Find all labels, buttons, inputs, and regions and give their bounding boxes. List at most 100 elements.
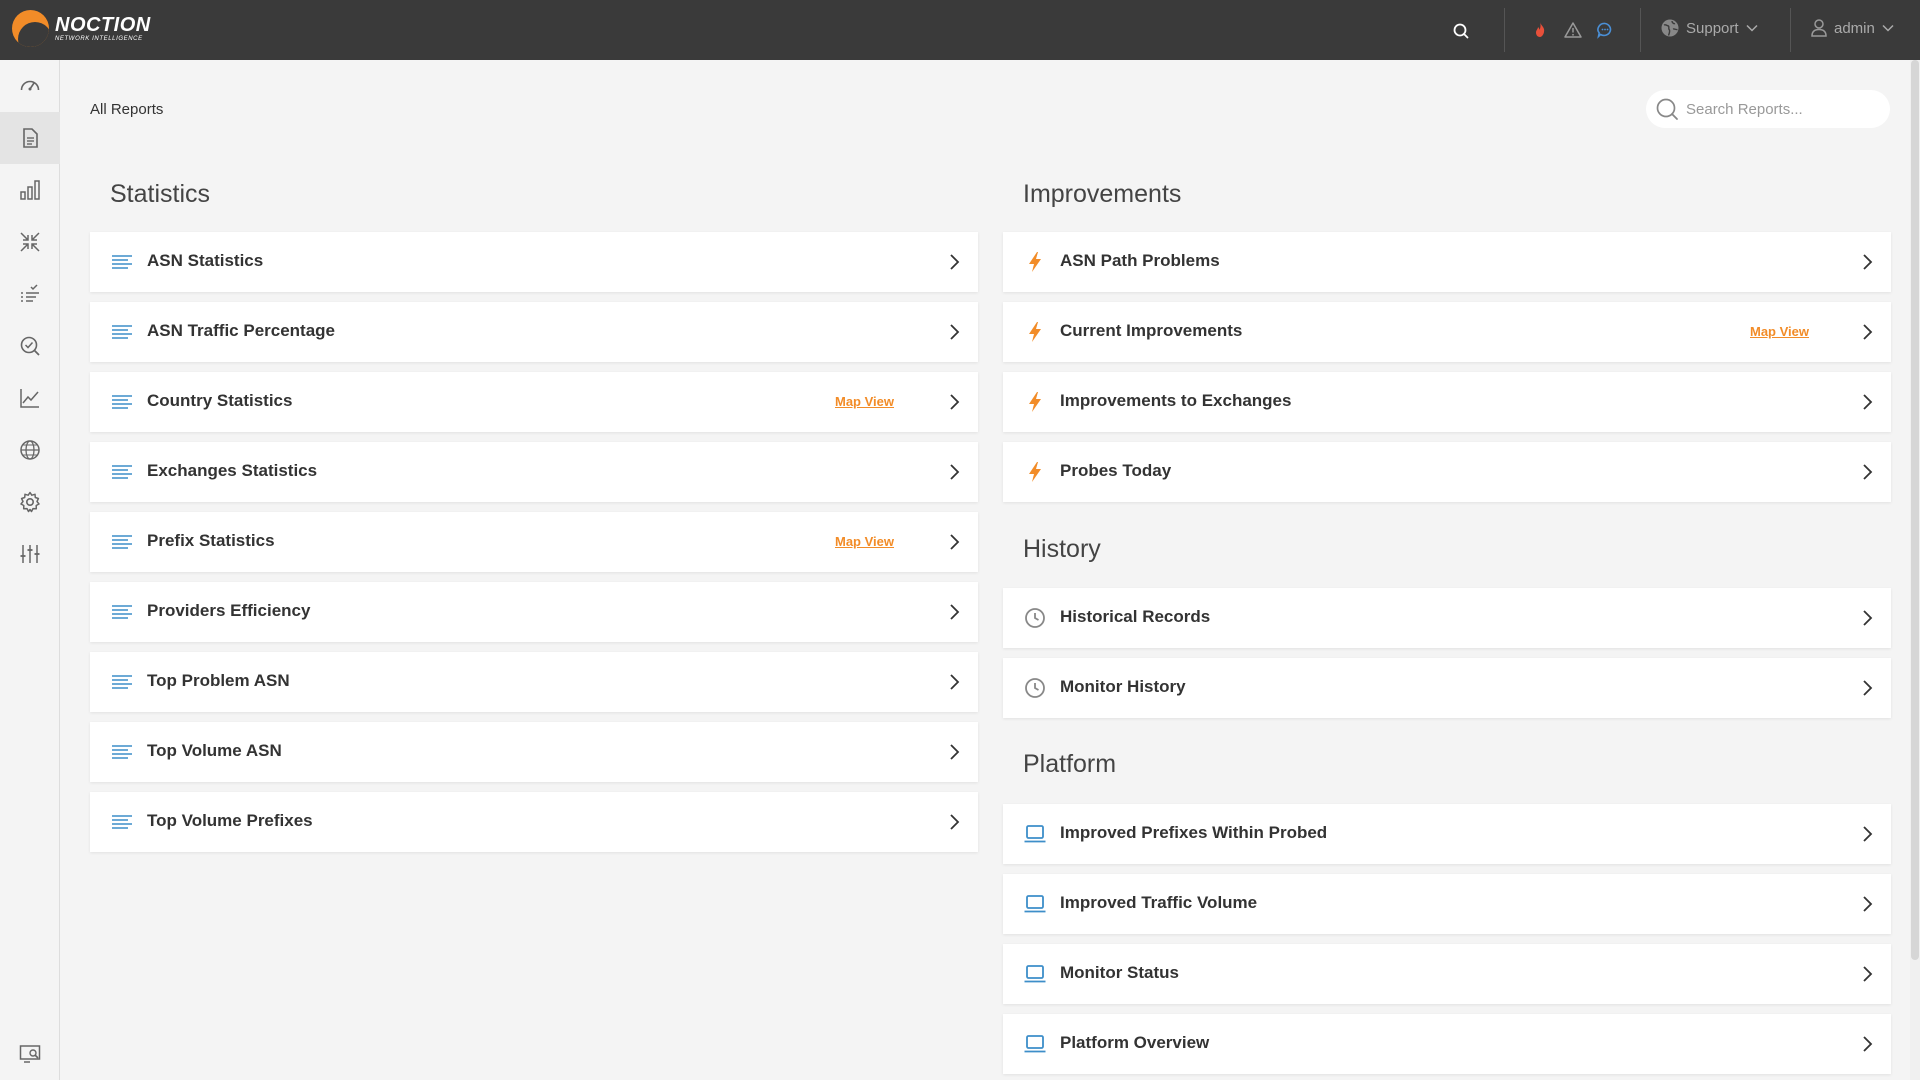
chevron-right-icon	[950, 394, 960, 410]
report-historical-records[interactable]: Historical Records	[1003, 588, 1891, 648]
noction-logo-icon	[12, 10, 49, 47]
search-reports-input[interactable]	[1686, 100, 1876, 118]
laptop-icon	[1024, 825, 1046, 843]
report-label: Providers Efficiency	[147, 601, 311, 620]
report-lines-icon	[112, 325, 132, 339]
report-label: Monitor Status	[1060, 963, 1179, 982]
chevron-right-icon	[950, 324, 960, 340]
chevron-right-icon	[1863, 324, 1873, 340]
report-monitor-status[interactable]: Monitor Status	[1003, 944, 1891, 1004]
report-prefix-statistics[interactable]: Prefix Statistics Map View	[90, 512, 978, 572]
report-lines-icon	[112, 395, 132, 409]
report-label: ASN Path Problems	[1060, 251, 1220, 270]
sidebar-item-globe[interactable]	[0, 424, 60, 476]
map-view-link[interactable]: Map View	[835, 394, 894, 409]
report-monitor-history[interactable]: Monitor History	[1003, 658, 1891, 718]
report-lines-icon	[112, 535, 132, 549]
chevron-right-icon	[1863, 394, 1873, 410]
lightning-icon	[1029, 462, 1041, 482]
chevron-right-icon	[1863, 966, 1873, 982]
sidebar-item-settings[interactable]	[0, 476, 60, 528]
sidebar-item-sliders[interactable]	[0, 528, 60, 580]
report-label: Monitor History	[1060, 677, 1186, 696]
sidebar-item-bar-chart[interactable]	[0, 164, 60, 216]
map-view-link[interactable]: Map View	[835, 534, 894, 549]
laptop-icon	[1024, 895, 1046, 913]
report-probes-today[interactable]: Probes Today	[1003, 442, 1891, 502]
report-improved-traffic-volume[interactable]: Improved Traffic Volume	[1003, 874, 1891, 934]
report-label: Improvements to Exchanges	[1060, 391, 1292, 410]
chevron-right-icon	[950, 744, 960, 760]
divider	[1640, 8, 1641, 52]
report-label: Prefix Statistics	[147, 531, 275, 550]
report-top-volume-asn[interactable]: Top Volume ASN	[90, 722, 978, 782]
report-label: Top Volume Prefixes	[147, 811, 313, 830]
search-icon[interactable]	[1450, 20, 1472, 42]
report-current-improvements[interactable]: Current Improvements Map View	[1003, 302, 1891, 362]
sidebar-item-reports[interactable]	[0, 112, 60, 164]
compress-icon	[20, 232, 40, 252]
scrollbar-thumb[interactable]	[1911, 60, 1919, 960]
bar-chart-icon	[20, 180, 40, 200]
sidebar-item-line-chart[interactable]	[0, 372, 60, 424]
report-lines-icon	[112, 465, 132, 479]
report-top-problem-asn[interactable]: Top Problem ASN	[90, 652, 978, 712]
report-improved-prefixes-within-probed[interactable]: Improved Prefixes Within Probed	[1003, 804, 1891, 864]
sidebar	[0, 60, 60, 1080]
breadcrumb: All Reports	[90, 101, 164, 118]
chevron-right-icon	[950, 814, 960, 830]
sidebar-item-dashboard[interactable]	[0, 60, 60, 112]
inspect-icon	[20, 336, 40, 356]
chevron-right-icon	[1863, 896, 1873, 912]
globe-icon	[1661, 19, 1679, 37]
lightning-icon	[1029, 322, 1041, 342]
section-title-platform: Platform	[1023, 750, 1117, 778]
report-label: Probes Today	[1060, 461, 1172, 480]
report-label: Top Volume ASN	[147, 741, 282, 760]
fire-icon[interactable]	[1529, 19, 1551, 41]
settings-icon	[20, 491, 40, 513]
report-country-statistics[interactable]: Country Statistics Map View	[90, 372, 978, 432]
chevron-right-icon	[950, 254, 960, 270]
clock-icon	[1025, 678, 1045, 698]
laptop-icon	[1024, 965, 1046, 983]
lightning-icon	[1029, 252, 1041, 272]
report-platform-overview[interactable]: Platform Overview	[1003, 1014, 1891, 1074]
warning-icon[interactable]	[1562, 19, 1584, 41]
report-asn-statistics[interactable]: ASN Statistics	[90, 232, 978, 292]
brand-tagline: NETWORK INTELLIGENCE	[55, 36, 143, 42]
support-menu[interactable]: Support	[1660, 18, 1764, 38]
user-menu[interactable]: admin	[1810, 18, 1894, 38]
sidebar-item-inspect[interactable]	[0, 320, 60, 372]
report-asn-path-problems[interactable]: ASN Path Problems	[1003, 232, 1891, 292]
search-reports-box[interactable]	[1646, 90, 1890, 128]
sidebar-item-monitor-search[interactable]	[0, 1028, 60, 1080]
checklist-icon	[21, 284, 39, 302]
chevron-down-icon	[1746, 24, 1758, 32]
sidebar-item-checklist[interactable]	[0, 268, 60, 320]
report-label: Current Improvements	[1060, 321, 1243, 340]
section-title-improvements: Improvements	[1023, 180, 1182, 208]
chat-icon[interactable]	[1594, 19, 1616, 41]
report-label: Platform Overview	[1060, 1033, 1210, 1052]
clock-icon	[1025, 608, 1045, 628]
report-asn-traffic-percentage[interactable]: ASN Traffic Percentage	[90, 302, 978, 362]
search-icon	[1656, 98, 1678, 120]
report-top-volume-prefixes[interactable]: Top Volume Prefixes	[90, 792, 978, 852]
report-providers-efficiency[interactable]: Providers Efficiency	[90, 582, 978, 642]
report-label: Improved Traffic Volume	[1060, 893, 1258, 912]
report-improvements-to-exchanges[interactable]: Improvements to Exchanges	[1003, 372, 1891, 432]
logo[interactable]: NOCTION NETWORK INTELLIGENCE	[12, 10, 151, 47]
chevron-right-icon	[950, 604, 960, 620]
sidebar-item-compress[interactable]	[0, 216, 60, 268]
map-view-link[interactable]: Map View	[1750, 324, 1809, 339]
chevron-right-icon	[950, 464, 960, 480]
report-lines-icon	[112, 815, 132, 829]
scrollbar[interactable]	[1910, 60, 1920, 1080]
laptop-icon	[1024, 1035, 1046, 1053]
report-lines-icon	[112, 605, 132, 619]
report-exchanges-statistics[interactable]: Exchanges Statistics	[90, 442, 978, 502]
user-label: admin	[1834, 19, 1875, 37]
top-bar: NOCTION NETWORK INTELLIGENCE Support adm…	[0, 0, 1920, 60]
dashboard-icon	[20, 80, 40, 91]
